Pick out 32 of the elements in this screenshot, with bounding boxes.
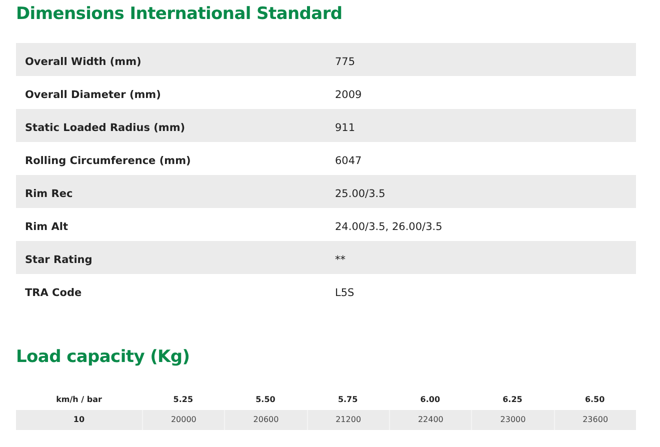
section-title: Dimensions International Standard <box>16 4 344 24</box>
table-cell: 23000 <box>471 410 554 430</box>
table-cell: 20600 <box>224 410 307 430</box>
table-cell: 21200 <box>306 410 389 430</box>
row-label: Star Rating <box>25 254 92 266</box>
row-value: 911 <box>335 122 356 134</box>
row-value: ** <box>335 254 346 266</box>
section-title: Load capacity (Kg) <box>16 347 191 367</box>
column-header: 5.25 <box>172 394 194 406</box>
row-label: Rim Rec <box>25 188 73 200</box>
column-header: 6.50 <box>584 394 606 406</box>
row-label: Static Loaded Radius (mm) <box>25 122 186 134</box>
row-value: 2009 <box>335 89 362 101</box>
row-label: Rim Alt <box>25 221 68 233</box>
table-cell: 10 <box>16 410 142 430</box>
table-cell: 20000 <box>142 410 224 430</box>
row-label: Overall Width (mm) <box>25 56 142 68</box>
table-cell: 22400 <box>389 410 472 430</box>
row-label: Rolling Circumference (mm) <box>25 155 191 167</box>
column-header: 6.00 <box>419 394 442 406</box>
row-label: TRA Code <box>25 287 82 299</box>
column-header: km/h / bar <box>55 394 103 406</box>
row-value: 24.00/3.5, 26.00/3.5 <box>335 221 442 233</box>
column-header: 6.25 <box>502 394 524 406</box>
row-value: 775 <box>335 56 356 68</box>
row-value: 25.00/3.5 <box>335 188 386 200</box>
table-cell: 23600 <box>554 410 636 430</box>
column-header: 5.75 <box>336 394 359 406</box>
row-label: Overall Diameter (mm) <box>25 89 161 101</box>
row-value: 6047 <box>335 155 362 167</box>
column-header: 5.50 <box>254 394 276 406</box>
row-value: L5S <box>335 287 354 299</box>
